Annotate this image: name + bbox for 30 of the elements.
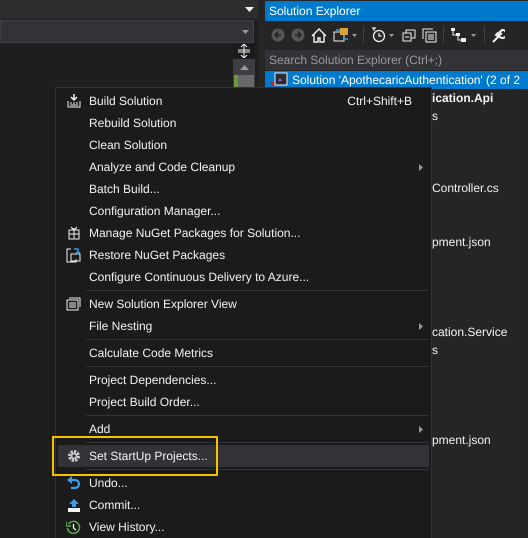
menu-item[interactable]: New Solution Explorer View [58, 293, 429, 315]
search-field[interactable]: Search Solution Explorer (Ctrl+;) [265, 50, 528, 70]
tree-item[interactable]: ication.Api [432, 89, 494, 107]
menu-item[interactable]: Project Build Order... [58, 391, 429, 413]
tree-item[interactable]: pment.json [432, 431, 491, 449]
menu-item[interactable]: Calculate Code Metrics [58, 342, 429, 364]
menu-item[interactable]: Manage NuGet Packages for Solution... [58, 222, 429, 244]
menu-item[interactable]: Build Solution Ctrl+Shift+B [58, 90, 429, 112]
menu-item[interactable]: Batch Build... [58, 178, 429, 200]
menu-item[interactable]: Add [58, 418, 429, 440]
menu-item[interactable]: Set StartUp Projects... [58, 445, 429, 467]
menu-item[interactable]: Undo... [58, 472, 429, 494]
tree-item[interactable]: Solution 'ApothecaricAuthentication' (2 of 2 [265, 71, 528, 89]
panel-title: Solution Explorer [265, 1, 528, 21]
tree-item[interactable]: s [432, 341, 438, 359]
menu-item[interactable]: Configure Continuous Delivery to Azure... [58, 266, 429, 288]
menu-item[interactable]: Clean Solution [58, 134, 429, 156]
menu-item[interactable]: Analyze and Code Cleanup [58, 156, 429, 178]
tree-item[interactable]: cation.Service [432, 323, 508, 341]
menu-item[interactable]: File Nesting [58, 315, 429, 337]
shortcut-label: Ctrl+Shift+B [347, 93, 412, 110]
menu-item[interactable]: Project Dependencies... [58, 369, 429, 391]
tree-item[interactable]: pment.json [432, 233, 491, 251]
menu-item[interactable]: Restore NuGet Packages [58, 244, 429, 266]
tree-item[interactable]: s [432, 107, 438, 125]
menu-item[interactable]: Configuration Manager... [58, 200, 429, 222]
tree-item[interactable]: Controller.cs [432, 179, 499, 197]
menu-item[interactable]: Commit... [58, 494, 429, 516]
menu-item[interactable]: Rebuild Solution [58, 112, 429, 134]
menu-item[interactable]: View History... [58, 516, 429, 538]
